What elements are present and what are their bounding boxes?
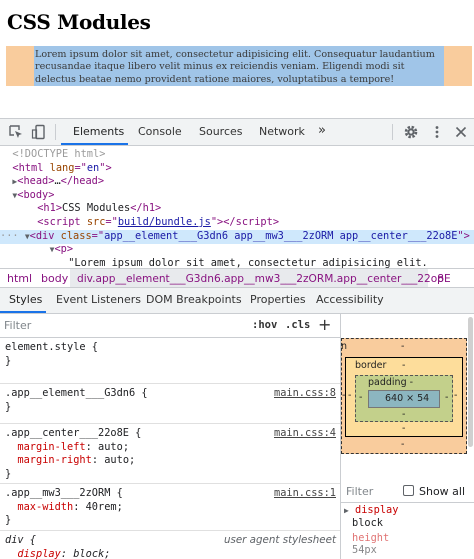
active-tab-indicator <box>61 143 128 145</box>
css-property: display <box>17 547 61 559</box>
styles-pane: element.style { } main.css:8 .app__eleme… <box>0 338 340 559</box>
style-rule-element[interactable]: main.css:8 .app__element___G3dn6 { } <box>0 384 340 424</box>
active-subtab-indicator <box>0 311 46 313</box>
dom-node-head[interactable]: ▶<head>…</head> <box>0 175 474 189</box>
css-value[interactable]: auto; <box>98 441 129 453</box>
tab-event-listeners[interactable]: Event Listeners <box>56 293 141 306</box>
box-model-diagram: n - - - - border - - - - padding - - - -… <box>341 338 467 454</box>
styles-subtabs: Styles Event Listeners DOM Breakpoints P… <box>0 288 474 314</box>
computed-item-display[interactable]: ▶ display block <box>344 504 398 529</box>
device-toolbar-icon[interactable] <box>31 124 47 140</box>
dom-node-html[interactable]: <html lang="en"> <box>0 162 474 176</box>
style-rule-center[interactable]: main.css:4 .app__center___22o8E { margin… <box>0 424 340 484</box>
source-link[interactable]: main.css:8 <box>274 387 336 401</box>
dom-node-p[interactable]: ▼<p> <box>0 243 474 257</box>
computed-properties: ▶ display block height 54px <box>341 503 474 559</box>
close-icon[interactable] <box>453 124 469 140</box>
user-agent-label: user agent stylesheet <box>223 534 336 546</box>
breadcrumb: html body div.app__element___G3dn6.app__… <box>0 268 474 288</box>
dom-node-body[interactable]: ▼<body> <box>0 189 474 203</box>
tab-sources[interactable]: Sources <box>199 125 243 138</box>
breadcrumb-body[interactable]: body <box>41 272 68 285</box>
css-value: block; <box>73 547 111 559</box>
cls-toggle[interactable]: .cls <box>285 319 310 331</box>
css-property[interactable]: margin-right <box>17 454 91 466</box>
tab-console[interactable]: Console <box>138 125 182 138</box>
styles-filter-bar: :hov .cls + <box>0 314 340 338</box>
dom-node-script[interactable]: <script src="build/bundle.js"></script> <box>0 216 474 230</box>
tab-network[interactable]: Network <box>259 125 305 138</box>
hov-toggle[interactable]: :hov <box>252 319 277 331</box>
tab-dom-breakpoints[interactable]: DOM Breakpoints <box>146 293 242 306</box>
dom-node-p-text[interactable]: "Lorem ipsum dolor sit amet, consectetur… <box>0 257 474 268</box>
scrollbar-thumb[interactable] <box>468 317 473 447</box>
page-paragraph[interactable]: Lorem ipsum dolor sit amet, consectetur … <box>35 49 445 86</box>
breadcrumb-div[interactable]: div.app__element___G3dn6.app__mw3___2zOR… <box>77 273 451 285</box>
dom-node-h1[interactable]: <h1>CSS Modules</h1> <box>0 202 474 216</box>
devtools-tabbar: Elements Console Sources Network » <box>0 119 474 146</box>
devtools-panel: Elements Console Sources Network » <!DOC… <box>0 118 474 559</box>
breadcrumb-p[interactable]: p <box>437 272 444 285</box>
page-heading: CSS Modules <box>7 10 151 34</box>
computed-filter-input[interactable]: Filter <box>346 485 373 498</box>
more-tabs-chevron-icon[interactable]: » <box>318 123 326 138</box>
expand-triangle-icon[interactable]: ▶ <box>344 506 349 515</box>
tab-elements[interactable]: Elements <box>73 125 124 138</box>
computed-filter-bar: Filter Show all <box>341 479 474 503</box>
page-viewport: CSS Modules Lorem ipsum dolor sit amet, … <box>0 0 474 118</box>
style-rule-element-style[interactable]: element.style { } <box>0 338 340 384</box>
show-all-checkbox[interactable] <box>403 485 414 496</box>
box-model-padding[interactable]: padding - - - - 640 × 54 <box>355 375 453 422</box>
source-link[interactable]: main.css:1 <box>274 487 336 501</box>
css-property[interactable]: max-width <box>17 501 73 513</box>
breadcrumb-html[interactable]: html <box>7 272 32 285</box>
dom-tree: <!DOCTYPE html> <html lang="en"> ▶<head>… <box>0 147 474 268</box>
css-value[interactable]: auto; <box>104 454 135 466</box>
toolbar-separator <box>392 124 393 140</box>
css-value[interactable]: 40rem; <box>86 501 123 513</box>
tab-styles[interactable]: Styles <box>9 293 42 306</box>
css-property[interactable]: margin-left <box>17 441 85 453</box>
add-rule-plus-icon[interactable]: + <box>318 315 331 334</box>
dom-node-doctype[interactable]: <!DOCTYPE html> <box>0 148 474 162</box>
dom-node-div-selected[interactable]: ··· ▼<div class="app__element___G3dn6 ap… <box>0 229 474 244</box>
box-model-margin[interactable]: n - - - - border - - - - padding - - - -… <box>341 338 467 454</box>
box-model-content[interactable]: 640 × 54 <box>368 390 440 408</box>
inspect-icon[interactable] <box>8 124 24 140</box>
kebab-menu-icon[interactable] <box>429 124 445 140</box>
settings-gear-icon[interactable] <box>403 124 419 140</box>
toolbar-separator <box>55 124 56 140</box>
box-model-border[interactable]: border - - - - padding - - - - 640 × 54 <box>345 357 463 437</box>
style-rule-mw3[interactable]: main.css:1 .app__mw3___2zORM { max-width… <box>0 484 340 531</box>
computed-item-height[interactable]: height 54px <box>352 532 389 556</box>
tab-accessibility[interactable]: Accessibility <box>316 293 384 306</box>
styles-filter-input[interactable] <box>4 317 240 334</box>
source-link[interactable]: main.css:4 <box>274 427 336 441</box>
tab-properties[interactable]: Properties <box>250 293 306 306</box>
style-rule-div-ua[interactable]: user agent stylesheet div { display: blo… <box>0 531 340 559</box>
show-all-label: Show all <box>419 485 466 498</box>
